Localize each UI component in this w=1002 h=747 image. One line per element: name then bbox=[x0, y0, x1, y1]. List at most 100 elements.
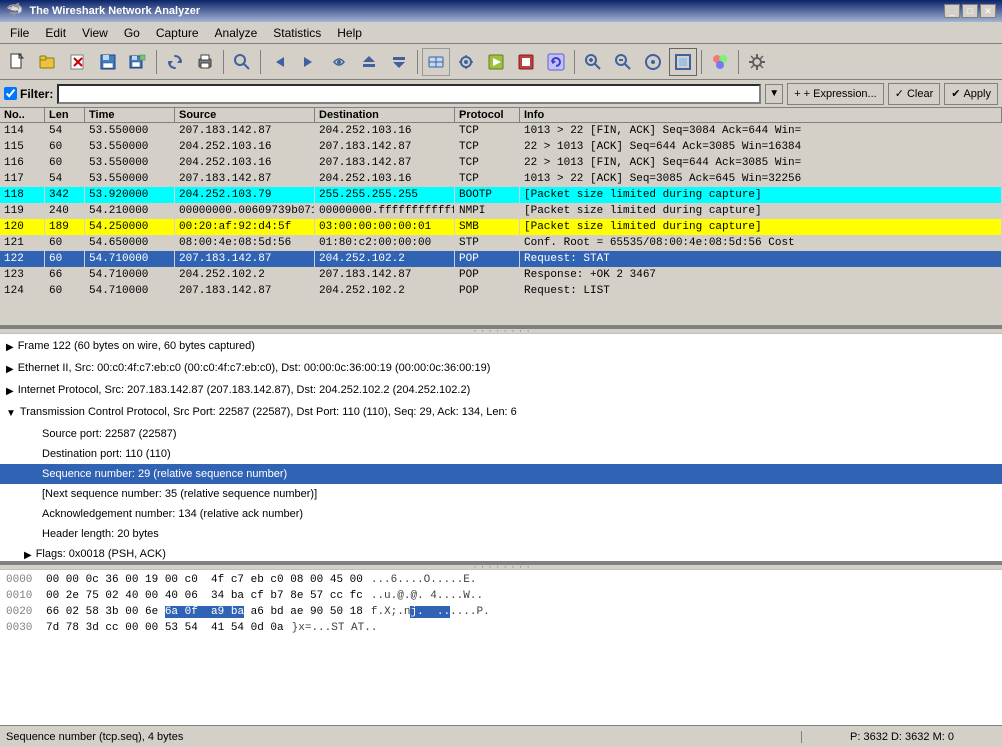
find-button[interactable] bbox=[228, 48, 256, 76]
packet-row[interactable]: 12018954.25000000:20:af:92:d4:5f03:00:00… bbox=[0, 219, 1002, 235]
col-header-no[interactable]: No.. bbox=[0, 108, 45, 122]
expand-icon[interactable]: ▶ bbox=[6, 384, 14, 400]
packet-cell: 255.255.255.255 bbox=[315, 187, 455, 203]
detail-row[interactable]: ▶Flags: 0x0018 (PSH, ACK) bbox=[0, 544, 1002, 564]
detail-row[interactable]: ▶Ethernet II, Src: 00:c0:4f:c7:eb:c0 (00… bbox=[0, 358, 1002, 380]
print-button[interactable] bbox=[191, 48, 219, 76]
packet-row[interactable]: 1166053.550000204.252.103.16207.183.142.… bbox=[0, 155, 1002, 171]
packet-cell: 119 bbox=[0, 203, 45, 219]
zoom-full-button[interactable] bbox=[669, 48, 697, 76]
menu-file[interactable]: File bbox=[4, 24, 35, 42]
open-button[interactable] bbox=[34, 48, 62, 76]
col-header-info[interactable]: Info bbox=[520, 108, 1002, 122]
clear-button[interactable]: ✓ Clear bbox=[888, 83, 941, 105]
packet-row[interactable]: 1246054.710000207.183.142.87204.252.102.… bbox=[0, 283, 1002, 299]
maximize-button[interactable]: □ bbox=[962, 4, 978, 18]
zoom-out-button[interactable] bbox=[609, 48, 637, 76]
packet-cell: 123 bbox=[0, 267, 45, 283]
stop-capture-button[interactable] bbox=[512, 48, 540, 76]
expression-button[interactable]: + + Expression... bbox=[787, 83, 884, 105]
packet-cell: 53.550000 bbox=[85, 155, 175, 171]
close-button[interactable]: ✕ bbox=[980, 4, 996, 18]
zoom-in-button[interactable] bbox=[579, 48, 607, 76]
sep4 bbox=[417, 50, 418, 74]
hex-highlight: 6a 0f a9 ba bbox=[165, 606, 244, 618]
back-button[interactable] bbox=[265, 48, 293, 76]
packet-rows[interactable]: 1145453.550000207.183.142.87204.252.103.… bbox=[0, 123, 1002, 325]
col-header-protocol[interactable]: Protocol bbox=[455, 108, 520, 122]
packet-cell: 207.183.142.87 bbox=[315, 155, 455, 171]
forward-button[interactable] bbox=[295, 48, 323, 76]
saveas-button[interactable] bbox=[124, 48, 152, 76]
menu-view[interactable]: View bbox=[76, 24, 114, 42]
packet-row[interactable]: 1156053.550000204.252.103.16207.183.142.… bbox=[0, 139, 1002, 155]
detail-row[interactable]: ▶Frame 122 (60 bytes on wire, 60 bytes c… bbox=[0, 336, 1002, 358]
menu-capture[interactable]: Capture bbox=[150, 24, 205, 42]
save-button-tb[interactable] bbox=[94, 48, 122, 76]
hex-bytes[interactable]: 00 00 0c 36 00 19 00 c0 4f c7 eb c0 08 0… bbox=[46, 572, 363, 588]
start-capture-button[interactable] bbox=[482, 48, 510, 76]
col-header-destination[interactable]: Destination bbox=[315, 108, 455, 122]
packet-cell: 54.710000 bbox=[85, 283, 175, 299]
hex-row: 00307d 78 3d cc 00 00 53 54 41 54 0d 0a}… bbox=[6, 620, 996, 636]
packet-cell: 204.252.103.79 bbox=[175, 187, 315, 203]
filter-input[interactable] bbox=[57, 84, 761, 104]
expand-icon[interactable]: ▶ bbox=[6, 340, 14, 356]
col-header-len[interactable]: Len bbox=[45, 108, 85, 122]
packet-row[interactable]: 11924054.21000000000000.00609739b0710000… bbox=[0, 203, 1002, 219]
packet-cell: TCP bbox=[455, 171, 520, 187]
detail-row[interactable]: Acknowledgement number: 134 (relative ac… bbox=[0, 504, 1002, 524]
col-header-time[interactable]: Time bbox=[85, 108, 175, 122]
packet-cell: 118 bbox=[0, 187, 45, 203]
menu-analyze[interactable]: Analyze bbox=[209, 24, 264, 42]
hex-ascii: f.X;.nj. ......P. bbox=[371, 604, 490, 620]
detail-text: Internet Protocol, Src: 207.183.142.87 (… bbox=[18, 382, 471, 398]
menu-edit[interactable]: Edit bbox=[39, 24, 72, 42]
detail-row[interactable]: Header length: 20 bytes bbox=[0, 524, 1002, 544]
packet-cell: TCP bbox=[455, 139, 520, 155]
packet-row[interactable]: 1175453.550000207.183.142.87204.252.103.… bbox=[0, 171, 1002, 187]
filter-checkbox[interactable] bbox=[4, 87, 17, 100]
prev-packet-button[interactable] bbox=[355, 48, 383, 76]
collapse-icon[interactable]: ▼ bbox=[6, 406, 16, 422]
packet-cell: 66 bbox=[45, 267, 85, 283]
restart-capture-button[interactable] bbox=[542, 48, 570, 76]
packet-list-pane: No.. Len Time Source Destination Protoco… bbox=[0, 108, 1002, 328]
expand-icon[interactable]: ▶ bbox=[24, 548, 32, 564]
apply-button[interactable]: ✔ Apply bbox=[944, 83, 998, 105]
detail-row[interactable]: ▶Internet Protocol, Src: 207.183.142.87 … bbox=[0, 380, 1002, 402]
menu-go[interactable]: Go bbox=[118, 24, 146, 42]
zoom-normal-button[interactable] bbox=[639, 48, 667, 76]
reload-button[interactable] bbox=[161, 48, 189, 76]
col-header-source[interactable]: Source bbox=[175, 108, 315, 122]
detail-row[interactable]: [Next sequence number: 35 (relative sequ… bbox=[0, 484, 1002, 504]
menu-help[interactable]: Help bbox=[331, 24, 368, 42]
filter-dropdown-button[interactable]: ▼ bbox=[765, 84, 783, 104]
status-left: Sequence number (tcp.seq), 4 bytes bbox=[0, 731, 802, 743]
hex-bytes[interactable]: 66 02 58 3b 00 6e 6a 0f a9 ba a6 bd ae 9… bbox=[46, 604, 363, 620]
hex-bytes[interactable]: 7d 78 3d cc 00 00 53 54 41 54 0d 0a bbox=[46, 620, 284, 636]
detail-row[interactable]: Sequence number: 29 (relative sequence n… bbox=[0, 464, 1002, 484]
capture-interfaces-button[interactable] bbox=[422, 48, 450, 76]
packet-row[interactable]: 1145453.550000207.183.142.87204.252.103.… bbox=[0, 123, 1002, 139]
packet-row[interactable]: 1226054.710000207.183.142.87204.252.102.… bbox=[0, 251, 1002, 267]
packet-row[interactable]: 1236654.710000204.252.102.2207.183.142.8… bbox=[0, 267, 1002, 283]
expand-icon[interactable]: ▶ bbox=[6, 362, 14, 378]
detail-row[interactable]: ▼Transmission Control Protocol, Src Port… bbox=[0, 402, 1002, 424]
packet-cell: 54.210000 bbox=[85, 203, 175, 219]
new-capture-button[interactable] bbox=[4, 48, 32, 76]
minimize-button[interactable]: _ bbox=[944, 4, 960, 18]
detail-row[interactable]: Destination port: 110 (110) bbox=[0, 444, 1002, 464]
prefs-button[interactable] bbox=[743, 48, 771, 76]
goto-button[interactable] bbox=[325, 48, 353, 76]
colorize-button[interactable] bbox=[706, 48, 734, 76]
capture-options-button[interactable] bbox=[452, 48, 480, 76]
menu-statistics[interactable]: Statistics bbox=[267, 24, 327, 42]
close-button-tb[interactable] bbox=[64, 48, 92, 76]
detail-row[interactable]: Source port: 22587 (22587) bbox=[0, 424, 1002, 444]
detail-text: Flags: 0x0018 (PSH, ACK) bbox=[36, 546, 166, 562]
packet-row[interactable]: 1216054.65000008:00:4e:08:5d:5601:80:c2:… bbox=[0, 235, 1002, 251]
packet-row[interactable]: 11834253.920000204.252.103.79255.255.255… bbox=[0, 187, 1002, 203]
next-packet-button[interactable] bbox=[385, 48, 413, 76]
hex-bytes[interactable]: 00 2e 75 02 40 00 40 06 34 ba cf b7 8e 5… bbox=[46, 588, 363, 604]
